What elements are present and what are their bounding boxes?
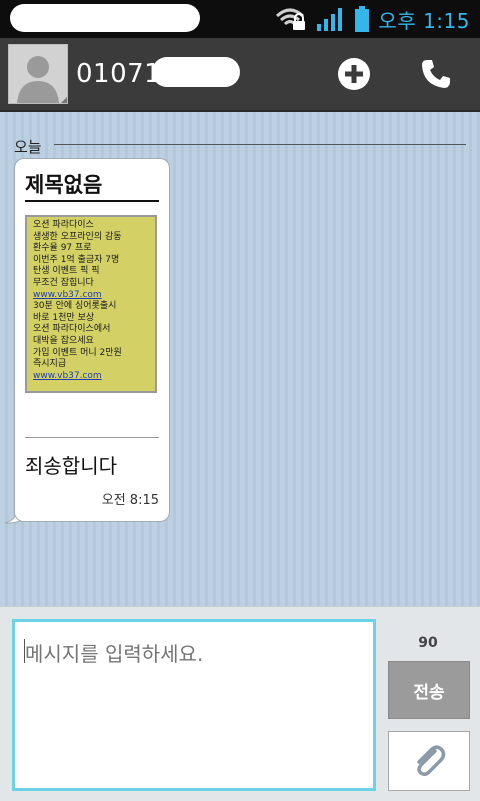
- signal-icon: [317, 8, 343, 31]
- plus-circle-icon: [338, 58, 370, 90]
- image-text-line: 이번주 1억 출금자 7명: [33, 254, 120, 265]
- received-message-bubble[interactable]: 제목없음 오션 파라다이스 생생한 오프라인의 감동 환수율 97 프로 이번주…: [14, 158, 170, 522]
- message-thread[interactable]: 오늘 제목없음 오션 파라다이스 생생한 오프라인의 감동 환수율 97 프로 …: [0, 112, 480, 606]
- image-text-link: www.vb37.com: [33, 289, 102, 300]
- image-text-line: 대박을 잡으세요: [33, 335, 94, 346]
- image-text-line: 무조건 잡힙니다: [33, 277, 94, 288]
- message-body: 죄송합니다: [25, 454, 117, 478]
- add-contact-button[interactable]: [334, 54, 374, 94]
- date-divider-line: [54, 144, 466, 145]
- image-text-line: 환수율 97 프로: [33, 243, 92, 254]
- message-input[interactable]: [12, 619, 376, 791]
- conversation-header: 01071: [0, 38, 480, 112]
- contact-avatar[interactable]: [8, 44, 68, 104]
- image-text-line: 가입 이벤트 머니 2만원: [33, 347, 122, 358]
- image-text-line: 즉시지급: [33, 359, 67, 370]
- status-indicators: 오후 1:15: [274, 5, 470, 33]
- image-text-line: 탄생 이벤트 픽 픽: [33, 266, 100, 277]
- text-cursor: [24, 639, 25, 663]
- composer-bar: 90 전송: [0, 606, 480, 801]
- subject-underline: [25, 200, 159, 202]
- image-text-link: www.vb37.com: [33, 370, 102, 381]
- date-label: 오늘: [14, 138, 42, 156]
- attach-button[interactable]: [388, 731, 470, 791]
- status-bar: 오후 1:15: [0, 0, 480, 38]
- wifi-lock-icon: [276, 8, 306, 30]
- contact-number-redaction: [152, 57, 240, 87]
- bubble-divider: [25, 437, 159, 438]
- status-notification-redaction: [10, 4, 200, 32]
- image-text-line: 생생한 오프라인의 감동: [33, 231, 122, 242]
- date-divider: 오늘: [14, 136, 466, 156]
- image-text-line: 30분 안에 싱어롯출시: [33, 301, 117, 312]
- image-text-line: 오션 파라다이스: [33, 220, 94, 230]
- message-subject: 제목없음: [25, 173, 103, 197]
- person-silhouette-icon: [17, 56, 67, 103]
- paperclip-icon: [417, 745, 446, 777]
- clock: 오후 1:15: [378, 8, 470, 33]
- message-image-attachment[interactable]: 오션 파라다이스 생생한 오프라인의 감동 환수율 97 프로 이번주 1억 출…: [25, 215, 157, 393]
- battery-icon: [355, 6, 370, 32]
- image-text-line: 바로 1천만 보상: [33, 312, 95, 323]
- call-button[interactable]: [416, 54, 456, 94]
- image-text-line: 오션 파라다이스에서: [33, 324, 111, 335]
- message-timestamp: 오전 8:15: [101, 493, 159, 508]
- contact-number: 01071: [76, 59, 162, 89]
- phone-icon: [422, 60, 450, 88]
- send-button[interactable]: 전송: [388, 661, 470, 719]
- character-counter: 90: [418, 635, 438, 651]
